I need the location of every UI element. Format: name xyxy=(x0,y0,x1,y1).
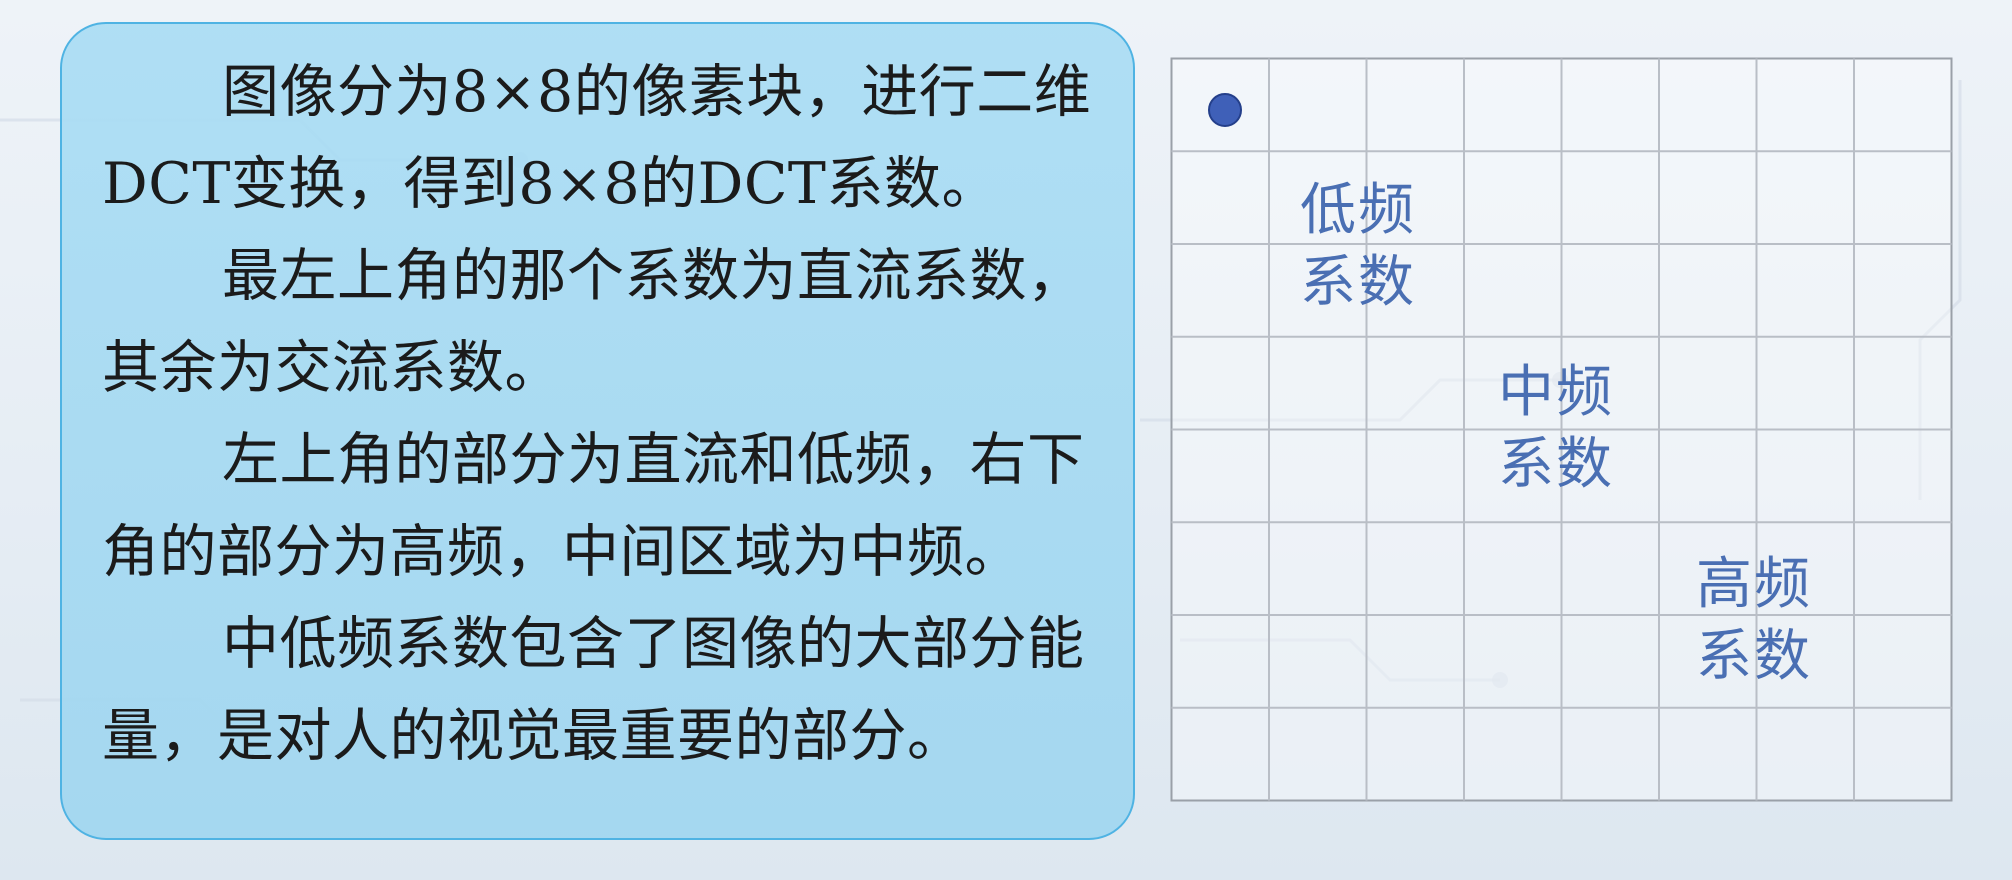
dc-coefficient-dot xyxy=(1208,93,1242,127)
high-frequency-label: 高频 系数 xyxy=(1696,549,1812,693)
description-panel: 图像分为8×8的像素块，进行二维DCT变换，得到8×8的DCT系数。 最左上角的… xyxy=(60,22,1135,840)
low-frequency-line1: 低频 xyxy=(1300,178,1416,243)
paragraph-text: 最左上角的那个系数为直流系数，其余为交流系数。 xyxy=(102,243,1085,401)
paragraph-text: 左上角的部分为直流和低频，右下角的部分为高频，中间区域为中频。 xyxy=(102,427,1085,585)
paragraph-dc-coefficient: 最左上角的那个系数为直流系数，其余为交流系数。 xyxy=(102,230,1122,414)
low-frequency-label: 低频 系数 xyxy=(1300,175,1416,319)
mid-frequency-line1: 中频 xyxy=(1498,360,1614,425)
paragraph-frequency-regions: 左上角的部分为直流和低频，右下角的部分为高频，中间区域为中频。 xyxy=(102,414,1122,598)
paragraph-text: 图像分为8×8的像素块，进行二维DCT变换，得到8×8的DCT系数。 xyxy=(102,59,1092,217)
high-frequency-line2: 系数 xyxy=(1696,624,1812,689)
mid-frequency-label: 中频 系数 xyxy=(1498,357,1614,501)
low-frequency-line2: 系数 xyxy=(1300,250,1416,315)
high-frequency-line1: 高频 xyxy=(1696,552,1812,617)
paragraph-dct-transform: 图像分为8×8的像素块，进行二维DCT变换，得到8×8的DCT系数。 xyxy=(102,46,1122,230)
mid-frequency-line2: 系数 xyxy=(1498,432,1614,497)
paragraph-text: 中低频系数包含了图像的大部分能量，是对人的视觉最重要的部分。 xyxy=(102,611,1085,769)
dct-coefficient-grid: 低频 系数 中频 系数 高频 系数 xyxy=(1170,57,1953,802)
paragraph-energy: 中低频系数包含了图像的大部分能量，是对人的视觉最重要的部分。 xyxy=(102,598,1122,782)
